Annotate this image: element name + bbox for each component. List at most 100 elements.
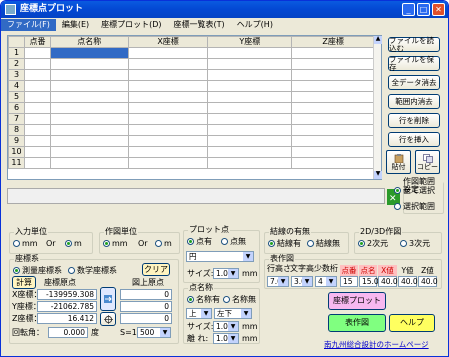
close-button[interactable]: ✕: [432, 3, 445, 16]
coord-survey[interactable]: 測量座標系: [13, 267, 62, 275]
scale-select[interactable]: 500: [137, 327, 171, 338]
connect-yes[interactable]: 結線有: [268, 240, 301, 248]
save-file-button[interactable]: ファイルを保存: [388, 56, 440, 71]
char-height-select[interactable]: 3.0: [291, 276, 313, 287]
x-fig-origin-field[interactable]: 0: [120, 289, 172, 300]
insert-row-button[interactable]: 行を挿入: [388, 132, 440, 147]
row-number[interactable]: 5: [8, 91, 25, 103]
menu-file[interactable]: ファイル(F): [1, 18, 56, 31]
cell[interactable]: [127, 47, 209, 59]
name-size-select[interactable]: 1.0: [213, 321, 239, 332]
name-gap-select[interactable]: 1.0: [213, 333, 239, 344]
clear-range-button[interactable]: 範囲内消去: [388, 94, 440, 109]
row-number[interactable]: 3: [8, 69, 25, 81]
menu-edit[interactable]: 編集(E): [56, 19, 95, 31]
connect-no[interactable]: 結線無: [307, 240, 340, 248]
grid-scrollbar[interactable]: ▲ ▼: [373, 36, 382, 179]
menu-help[interactable]: ヘルプ(H): [231, 19, 279, 31]
input-unit-mm[interactable]: mm: [13, 240, 38, 248]
draw-unit-mm[interactable]: mm: [103, 240, 128, 248]
plot-coordinates-button[interactable]: 座標プロット: [328, 292, 386, 310]
radio-button[interactable]: [155, 240, 162, 247]
col-width-name[interactable]: 15.0: [359, 276, 379, 287]
cell[interactable]: [291, 47, 375, 59]
name-pos-select-1[interactable]: 上: [186, 308, 212, 319]
y-fig-origin-field[interactable]: 0: [120, 301, 172, 312]
cell[interactable]: [23, 47, 51, 59]
col-width-z[interactable]: 40.0: [418, 276, 438, 287]
decimals-select[interactable]: 4: [315, 276, 337, 287]
input-unit-m[interactable]: m: [65, 240, 82, 248]
col-header-y[interactable]: Y座標: [207, 36, 293, 48]
plot-size-select[interactable]: 1.0: [213, 268, 239, 279]
copy-button[interactable]: コピー: [415, 150, 440, 174]
maximize-button[interactable]: □: [417, 3, 430, 16]
row-height-select[interactable]: 7.0: [267, 276, 289, 287]
radio-button[interactable]: [307, 240, 314, 247]
radio-button[interactable]: [13, 267, 20, 274]
clear-all-button[interactable]: 全データ消去: [388, 75, 440, 90]
minimize-button[interactable]: _: [402, 3, 415, 16]
radio-button[interactable]: [358, 240, 365, 247]
col-y-header[interactable]: Y値: [398, 265, 417, 276]
name-pos-select-2[interactable]: 左下: [214, 308, 252, 319]
radio-button[interactable]: [187, 238, 194, 245]
radio-button[interactable]: [65, 240, 72, 247]
col-header-z[interactable]: Z座標: [291, 36, 375, 48]
row-number[interactable]: 6: [8, 102, 25, 114]
col-header-x[interactable]: X座標: [127, 36, 209, 48]
draw-table-button[interactable]: 表作図: [328, 314, 386, 332]
col-width-number[interactable]: 15: [340, 276, 358, 287]
row-number[interactable]: 9: [8, 135, 25, 147]
col-header-number[interactable]: 点番: [23, 36, 51, 48]
radio-button[interactable]: [221, 238, 228, 245]
row-number[interactable]: 7: [8, 113, 25, 125]
radio-button[interactable]: [68, 267, 75, 274]
horizontal-scrollbar[interactable]: [7, 188, 385, 204]
help-button[interactable]: ヘルプ: [389, 314, 435, 332]
radio-button[interactable]: [187, 296, 194, 303]
point-name-no[interactable]: 名称無: [223, 296, 256, 304]
radio-button[interactable]: [103, 240, 110, 247]
delete-row-button[interactable]: 行を削除: [388, 113, 440, 128]
plot-point-no[interactable]: 点無: [221, 238, 246, 246]
col-point-name-header[interactable]: 点名: [359, 265, 377, 276]
data-grid[interactable]: 点番 点名称 X座標 Y座標 Z座標 1 2 3 4 5 6 7 8 9 10 …: [7, 35, 382, 180]
selected-cell[interactable]: [49, 47, 129, 59]
rotation-field[interactable]: 0.000: [48, 327, 88, 338]
target-button[interactable]: [100, 312, 116, 326]
point-name-yes[interactable]: 名称有: [187, 296, 220, 304]
load-file-button[interactable]: ファイルを読込む: [388, 37, 440, 52]
point-shape-select[interactable]: 円: [186, 251, 254, 262]
col-x-header[interactable]: X値: [378, 265, 397, 276]
draw-unit-m[interactable]: m: [155, 240, 172, 248]
row-number[interactable]: 1: [8, 47, 25, 59]
z-fig-origin-field[interactable]: 0: [120, 313, 172, 324]
radio-select-range[interactable]: 選択範囲: [394, 203, 435, 211]
x-coord-field[interactable]: -139959.308: [37, 289, 97, 300]
radio-button[interactable]: [400, 240, 407, 247]
row-number[interactable]: 8: [8, 124, 25, 136]
col-width-y[interactable]: 40.0: [398, 276, 418, 287]
dim-2d[interactable]: 2次元: [358, 240, 388, 248]
paste-button[interactable]: 貼付: [386, 150, 411, 174]
coord-math[interactable]: 数学座標系: [68, 267, 117, 275]
homepage-link[interactable]: 南九州総合設計のホームページ: [324, 341, 429, 349]
row-number[interactable]: 4: [8, 80, 25, 92]
y-coord-field[interactable]: -21062.785: [37, 301, 97, 312]
col-z-header[interactable]: Z値: [418, 265, 437, 276]
transfer-button[interactable]: [100, 287, 116, 311]
radio-all[interactable]: 全て選択: [394, 187, 435, 195]
col-point-number-header[interactable]: 点番: [340, 265, 358, 276]
radio-button[interactable]: [394, 187, 401, 194]
calc-button[interactable]: 計算: [12, 276, 36, 289]
dim-3d[interactable]: 3次元: [400, 240, 430, 248]
col-width-x[interactable]: 40.0: [378, 276, 398, 287]
scroll-up-icon[interactable]: ▲: [374, 36, 382, 44]
z-coord-field[interactable]: 16.412: [37, 313, 97, 324]
radio-button[interactable]: [394, 203, 401, 210]
row-number[interactable]: 2: [8, 58, 25, 70]
plot-point-yes[interactable]: 点有: [187, 238, 212, 246]
clear-button[interactable]: クリア: [142, 263, 170, 276]
col-header-name[interactable]: 点名称: [49, 36, 129, 48]
